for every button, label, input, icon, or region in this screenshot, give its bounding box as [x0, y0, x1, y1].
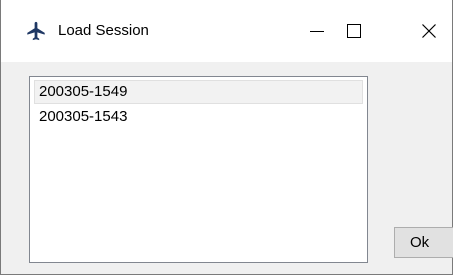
- close-button[interactable]: [406, 0, 452, 62]
- title-bar[interactable]: Load Session: [1, 0, 452, 62]
- ok-button[interactable]: Ok: [394, 227, 453, 258]
- minimize-icon: [310, 31, 324, 32]
- window-title: Load Session: [58, 22, 149, 39]
- session-list[interactable]: 200305-1549 200305-1543: [29, 76, 368, 263]
- close-icon: [422, 24, 436, 38]
- session-list-item[interactable]: 200305-1549: [34, 80, 363, 104]
- session-list-item[interactable]: 200305-1543: [34, 105, 363, 129]
- maximize-icon: [347, 24, 361, 38]
- airplane-icon: [25, 20, 47, 42]
- load-session-dialog: Load Session 200305-1549 200305-1543 Ok: [0, 0, 453, 275]
- maximize-button[interactable]: [331, 0, 377, 62]
